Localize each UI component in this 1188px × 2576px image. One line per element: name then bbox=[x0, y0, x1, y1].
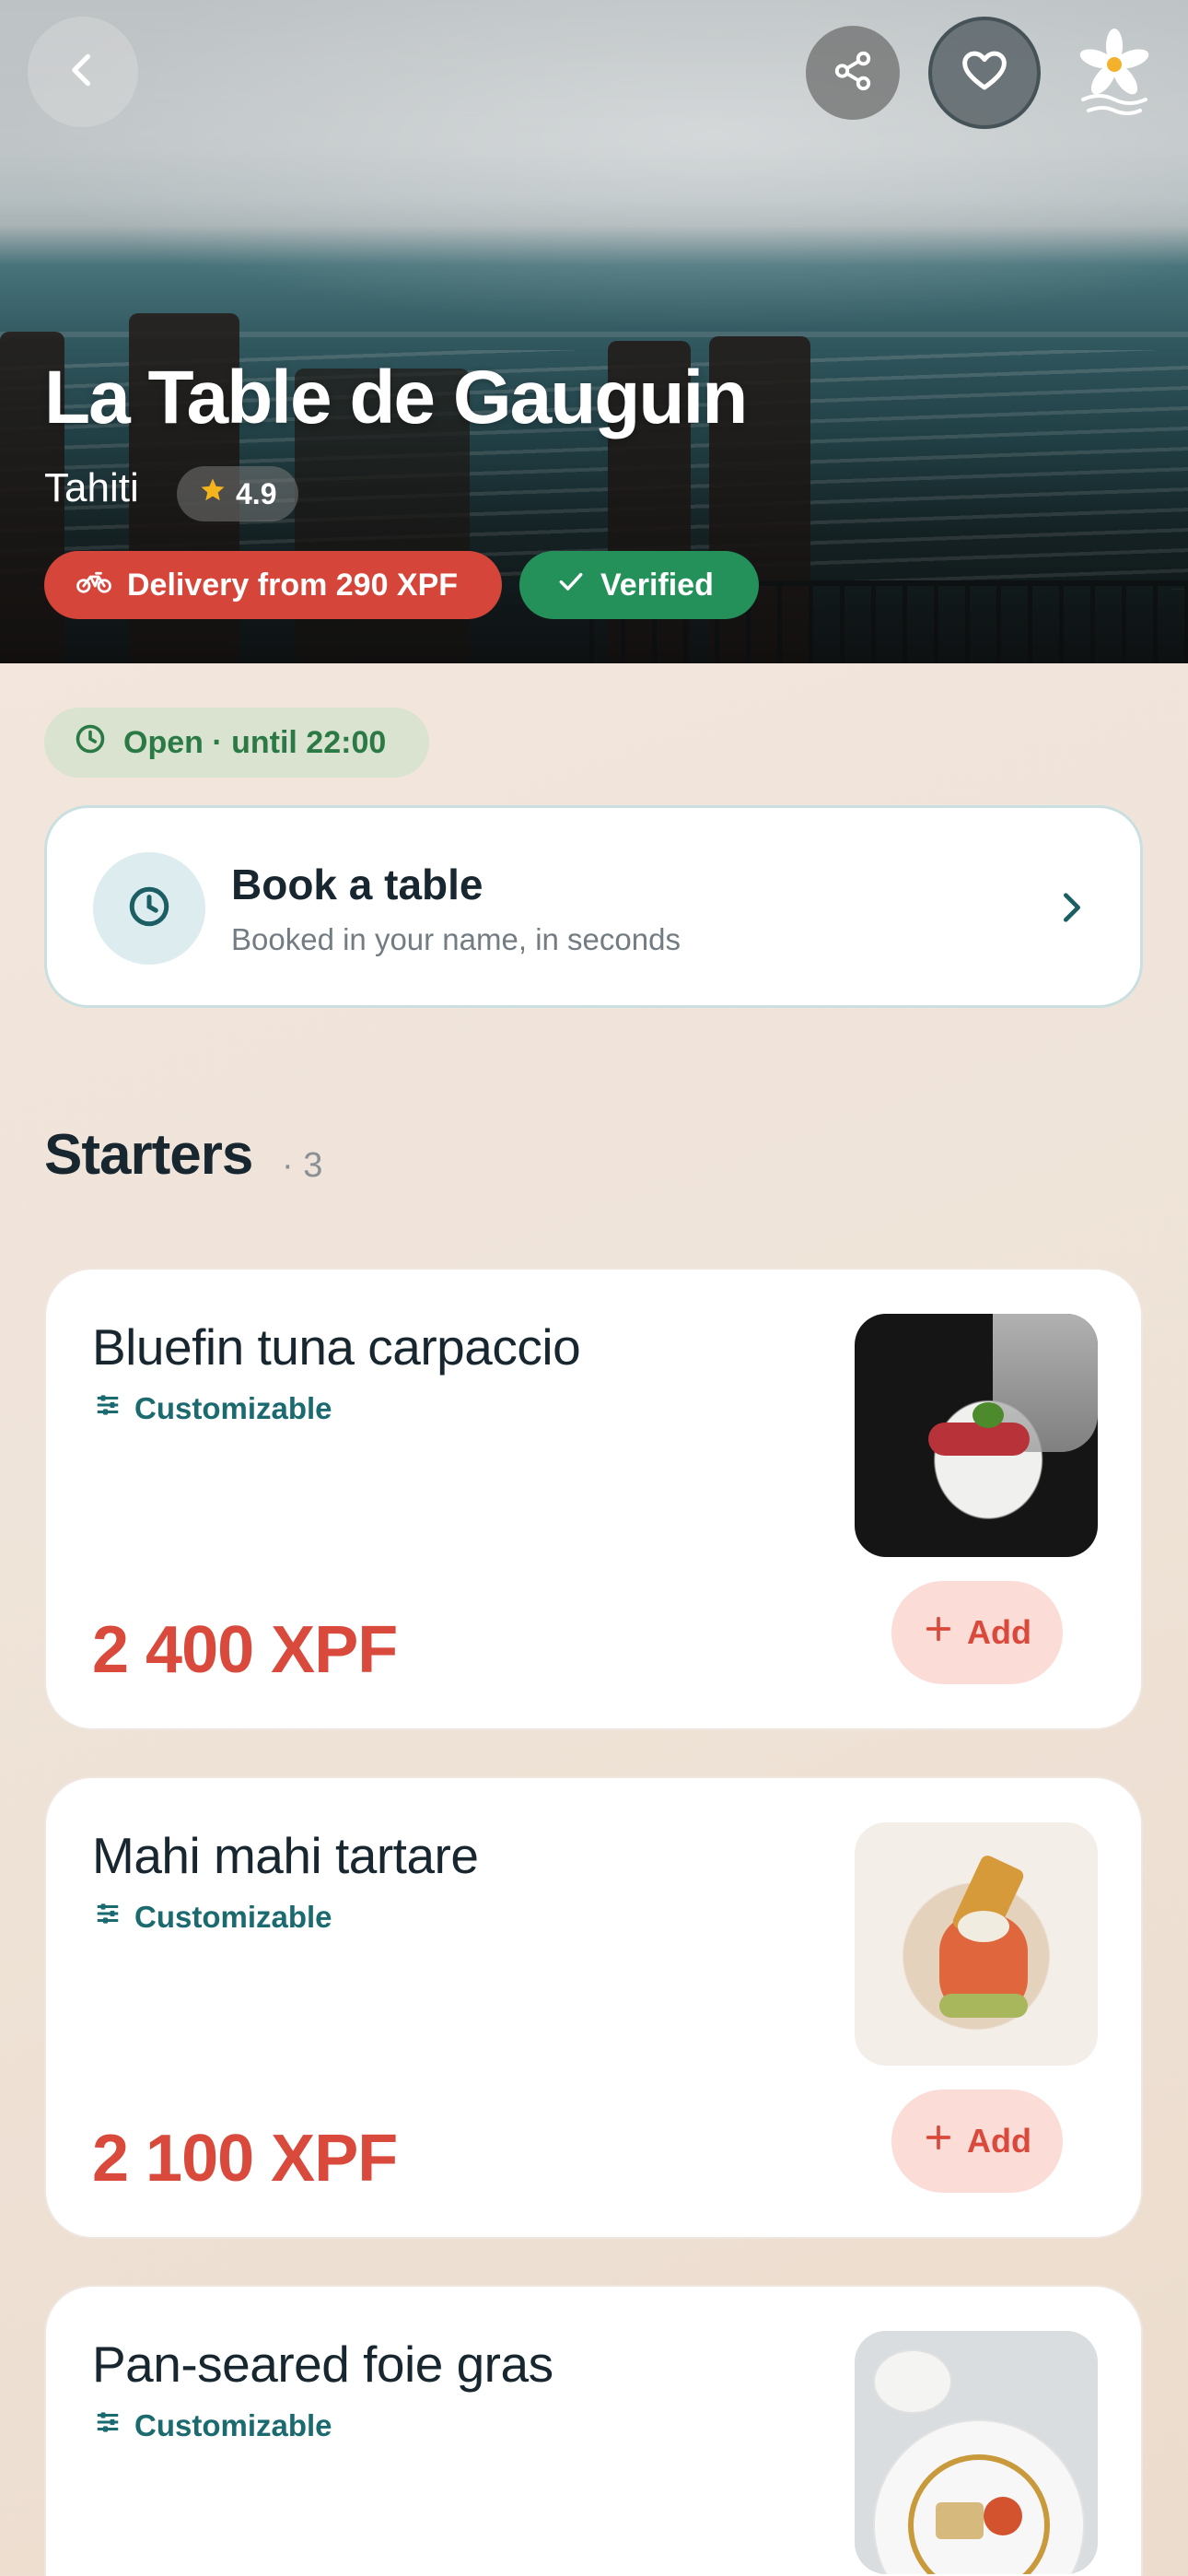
check-icon bbox=[556, 567, 586, 604]
bicycle-icon bbox=[76, 568, 112, 603]
book-table-title: Book a table bbox=[231, 861, 483, 908]
share-button[interactable] bbox=[806, 26, 900, 120]
tiare-flower-icon bbox=[1076, 28, 1153, 116]
section-title: Starters bbox=[44, 1123, 253, 1187]
clock-icon bbox=[126, 884, 172, 933]
favorite-button[interactable] bbox=[928, 17, 1041, 129]
open-status-text: Open · until 22:00 bbox=[123, 724, 387, 760]
restaurant-location: Tahiti bbox=[44, 465, 139, 510]
dish-photo bbox=[855, 1822, 1098, 2066]
dish-card[interactable]: Bluefin tuna carpaccio Customizable 2 40… bbox=[44, 1268, 1143, 1730]
verified-badge: Verified bbox=[519, 551, 759, 619]
photo-detail bbox=[873, 2349, 952, 2414]
restaurant-name: La Table de Gauguin bbox=[44, 356, 748, 439]
share-icon bbox=[832, 50, 874, 96]
book-table-subtitle: Booked in your name, in seconds bbox=[231, 922, 681, 956]
plus-icon bbox=[923, 2122, 954, 2161]
sliders-icon bbox=[94, 1391, 122, 1426]
photo-detail bbox=[958, 1911, 1009, 1942]
chevron-right-icon bbox=[1054, 889, 1090, 926]
add-button-label: Add bbox=[967, 1613, 1031, 1651]
plus-icon bbox=[923, 1613, 954, 1653]
open-status-chip: Open · until 22:00 bbox=[44, 708, 429, 778]
rating-chip: 4.9 bbox=[177, 466, 299, 521]
heart-icon bbox=[960, 46, 1009, 100]
rating-value: 4.9 bbox=[236, 476, 277, 510]
customizable-label: Customizable bbox=[134, 2408, 332, 2442]
book-icon-container bbox=[93, 852, 205, 965]
photo-detail bbox=[936, 2502, 984, 2539]
add-button[interactable]: Add bbox=[891, 1581, 1063, 1684]
clock-icon bbox=[74, 722, 107, 764]
book-table-card[interactable]: Book a table Booked in your name, in sec… bbox=[44, 805, 1143, 1008]
hero-image: La Table de Gauguin Tahiti 4.9 Delivery … bbox=[0, 0, 1188, 663]
dish-price: 2 100 XPF bbox=[92, 2122, 398, 2195]
dish-price: 2 400 XPF bbox=[92, 1613, 398, 1687]
photo-detail bbox=[984, 2497, 1022, 2535]
dish-name: Pan-seared foie gras bbox=[92, 2336, 553, 2393]
photo-detail bbox=[928, 1423, 1030, 1456]
customizable-label: Customizable bbox=[134, 1900, 332, 1934]
chevron-left-icon bbox=[63, 50, 103, 94]
delivery-badge-label: Delivery from 290 XPF bbox=[127, 567, 459, 603]
back-button[interactable] bbox=[28, 17, 138, 127]
section-count: · 3 bbox=[282, 1146, 323, 1185]
dish-photo bbox=[855, 1314, 1098, 1557]
photo-detail bbox=[939, 1994, 1028, 2018]
customizable-tag: Customizable bbox=[94, 1391, 332, 1426]
dish-photo bbox=[855, 2331, 1098, 2574]
customizable-tag: Customizable bbox=[94, 1900, 332, 1935]
dish-card[interactable]: Pan-seared foie gras Customizable bbox=[44, 2285, 1143, 2576]
sliders-icon bbox=[94, 1900, 122, 1935]
verified-badge-label: Verified bbox=[600, 567, 714, 603]
photo-detail bbox=[973, 1402, 1004, 1428]
customizable-tag: Customizable bbox=[94, 2408, 332, 2443]
add-button[interactable]: Add bbox=[891, 2090, 1063, 2193]
add-button-label: Add bbox=[967, 2122, 1031, 2160]
star-icon bbox=[199, 476, 227, 511]
customizable-label: Customizable bbox=[134, 1391, 332, 1425]
dish-name: Mahi mahi tartare bbox=[92, 1827, 479, 1884]
dish-name: Bluefin tuna carpaccio bbox=[92, 1318, 581, 1376]
sliders-icon bbox=[94, 2408, 122, 2443]
dish-card[interactable]: Mahi mahi tartare Customizable 2 100 XPF… bbox=[44, 1776, 1143, 2239]
delivery-badge: Delivery from 290 XPF bbox=[44, 551, 502, 619]
